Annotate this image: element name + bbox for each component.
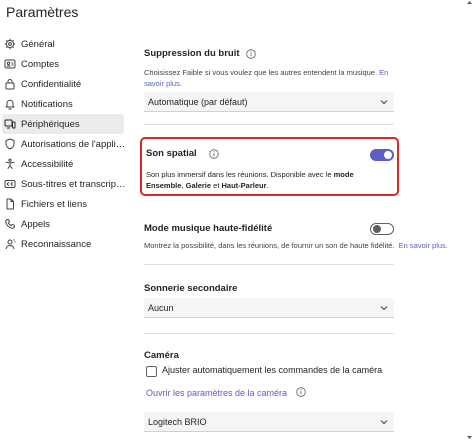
noise-suppression-title: Suppression du bruit: [144, 48, 256, 59]
shield-icon: [4, 138, 16, 150]
info-icon[interactable]: [208, 148, 219, 159]
sidebar-item-accessibility[interactable]: Accessibilité: [0, 154, 126, 174]
spatial-audio-description: Son plus immersif dans les réunions. Dis…: [146, 170, 354, 190]
sidebar-item-label: Confidentialité: [21, 78, 82, 90]
bell-icon: [4, 98, 16, 110]
captions-icon: [4, 178, 16, 190]
music-mode-toggle[interactable]: [370, 223, 394, 235]
chevron-down-icon: [380, 420, 388, 425]
phone-icon: [4, 218, 16, 230]
sidebar-item-files[interactable]: Fichiers et liens: [0, 194, 126, 214]
sidebar-item-label: Fichiers et liens: [21, 198, 87, 210]
sidebar-item-label: Comptes: [21, 58, 60, 70]
sidebar-item-accounts[interactable]: Comptes: [0, 54, 126, 74]
spatial-audio-toggle[interactable]: [370, 149, 394, 161]
noise-suppression-description: Choisissez Faible si vous voulez que les…: [144, 68, 389, 88]
sidebar-item-label: Périphériques: [21, 118, 80, 130]
music-mode-title: Mode musique haute-fidélité: [144, 223, 273, 234]
gear-icon: [4, 38, 16, 50]
window-title: Paramètres: [6, 4, 79, 20]
sidebar-item-devices[interactable]: Périphériques: [2, 114, 124, 134]
open-camera-settings-link[interactable]: Ouvrir les paramètres de la caméra: [146, 388, 287, 398]
scroll-up-arrow-icon: [467, 1, 472, 4]
sidebar-item-label: Reconnaissance: [21, 238, 92, 250]
camera-auto-adjust-checkbox[interactable]: [146, 366, 157, 377]
accessibility-icon: [4, 158, 16, 170]
divider: [144, 333, 394, 334]
sidebar-item-captions[interactable]: Sous-titres et transcripti…: [0, 174, 126, 194]
sidebar-item-recognition[interactable]: Reconnaissance: [0, 234, 126, 254]
lock-icon: [4, 78, 16, 90]
camera-settings-row: Ouvrir les paramètres de la caméra: [146, 387, 306, 399]
sidebar-item-notifications[interactable]: Notifications: [0, 94, 126, 114]
info-icon[interactable]: [295, 387, 306, 397]
file-icon: [4, 198, 16, 210]
sidebar-item-general[interactable]: Général: [0, 34, 126, 54]
chevron-down-icon: [380, 100, 388, 105]
music-learn-more-link[interactable]: En savoir plus.: [399, 241, 448, 250]
devices-icon: [4, 118, 16, 130]
recognition-icon: [4, 238, 16, 250]
music-mode-description: Montrez la possibilité, dans les réunion…: [144, 241, 448, 250]
sidebar-item-label: Sous-titres et transcripti…: [21, 178, 126, 190]
secondary-ringer-select[interactable]: Aucun: [144, 298, 394, 318]
sidebar-item-calls[interactable]: Appels: [0, 214, 126, 234]
chevron-down-icon: [380, 306, 388, 311]
sidebar-item-label: Appels: [21, 218, 51, 230]
sidebar-item-app-permissions[interactable]: Autorisations de l'applic…: [0, 134, 126, 154]
divider: [144, 264, 394, 265]
sidebar-item-label: Autorisations de l'applic…: [21, 138, 126, 150]
spatial-audio-title: Son spatial: [146, 148, 219, 159]
scroll-down-arrow-icon: [467, 436, 472, 439]
sidebar-item-privacy[interactable]: Confidentialité: [0, 74, 126, 94]
camera-device-select[interactable]: Logitech BRIO: [144, 412, 394, 432]
sidebar-item-label: Accessibilité: [21, 158, 74, 170]
vertical-scrollbar[interactable]: [465, 0, 474, 441]
noise-suppression-select[interactable]: Automatique (par défaut): [144, 92, 394, 112]
sidebar: Général Comptes Confidentialité Notifica…: [0, 34, 126, 254]
toggle-knob: [373, 225, 381, 233]
camera-title: Caméra: [144, 350, 179, 361]
sidebar-item-label: Notifications: [21, 98, 73, 110]
toggle-knob: [384, 151, 392, 159]
info-icon[interactable]: [245, 48, 256, 59]
accounts-icon: [4, 58, 16, 70]
camera-auto-adjust-label: Ajuster automatiquement les commandes de…: [162, 365, 383, 375]
divider: [144, 124, 394, 125]
secondary-ringer-title: Sonnerie secondaire: [144, 283, 238, 294]
sidebar-item-label: Général: [21, 38, 55, 50]
